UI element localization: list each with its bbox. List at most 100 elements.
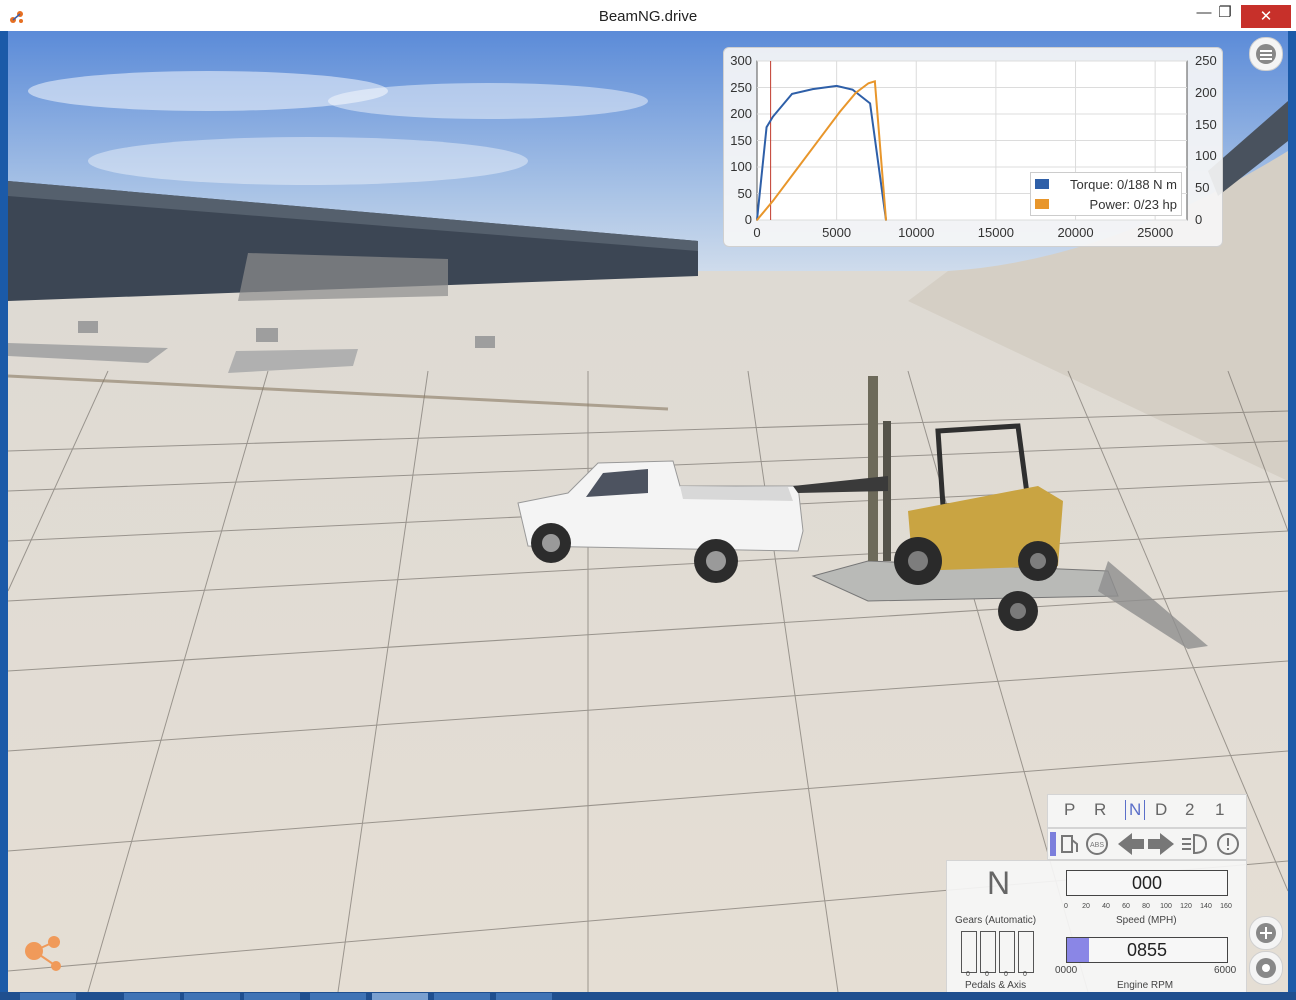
title-bar: BeamNG.drive — ❐ ✕ [0, 0, 1296, 31]
abs-icon: ABS [1086, 833, 1108, 855]
taskbar-item-6[interactable] [372, 993, 428, 1000]
rpm-max: 6000 [1214, 965, 1237, 976]
y-left-tick: 200 [730, 106, 752, 121]
x-tick: 15000 [977, 225, 1014, 240]
speedometer: 000 [1066, 870, 1228, 896]
y-left-tick: 250 [730, 79, 752, 95]
data-point [791, 93, 793, 95]
speed-tick: 0 [1064, 903, 1068, 910]
data-point [867, 82, 870, 85]
torque-swatch [1035, 179, 1049, 189]
speed-tick: 40 [1102, 903, 1110, 910]
gear-1: 1 [1215, 800, 1225, 819]
y-right-tick: 0 [1195, 212, 1203, 227]
pedal-value-1: 0 [966, 971, 970, 978]
legend-power: Power: 0/23 hp [1031, 195, 1181, 215]
right-turn-icon [1148, 833, 1174, 855]
data-point [885, 219, 887, 221]
taskbar-item-2[interactable] [124, 993, 180, 1000]
gears-label: Gears (Automatic) [955, 915, 1037, 926]
close-button[interactable]: ✕ [1241, 5, 1291, 28]
speed-ticks: 0 20 40 60 80 100 120 140 160 [1064, 903, 1232, 913]
taskbar-item-7[interactable] [434, 993, 490, 1000]
gear-R: R [1094, 800, 1107, 819]
plus-icon [1256, 923, 1276, 943]
menu-button[interactable] [1249, 37, 1283, 71]
dashboard-panel: N Gears (Automatic) 0 0 0 0 Pedals & Axi… [946, 860, 1247, 994]
maximize-button[interactable]: ❐ [1205, 0, 1245, 26]
taskbar-item-4[interactable] [244, 993, 300, 1000]
speed-tick: 20 [1082, 903, 1090, 910]
add-app-button[interactable] [1249, 916, 1283, 950]
gear-N: N [1125, 800, 1146, 820]
gear-P: P [1064, 800, 1076, 819]
gear-2: 2 [1185, 800, 1195, 819]
legend-torque-label: Torque: 0/188 N m [1070, 177, 1177, 192]
speed-tick: 140 [1200, 903, 1212, 910]
pedal-value-3: 0 [1004, 971, 1008, 978]
pedal-value-4: 0 [1023, 971, 1027, 978]
warning-icon [1217, 833, 1239, 855]
fuel-level-bar [1050, 832, 1056, 856]
taskbar-item-3[interactable] [184, 993, 240, 1000]
current-gear: N [987, 865, 1011, 901]
rpm-gauge: 0855 [1066, 937, 1228, 963]
data-point [869, 102, 871, 105]
y-left-tick: 50 [737, 185, 752, 201]
pedals-label: Pedals & Axis [965, 980, 1027, 991]
data-point [854, 92, 857, 94]
y-left-tick: 150 [730, 132, 752, 148]
window-title: BeamNG.drive [598, 8, 698, 25]
rpm-value: 0855 [1126, 940, 1168, 960]
taskbar-item-5[interactable] [310, 993, 366, 1000]
speed-tick: 160 [1220, 903, 1232, 910]
pedal-clutch [999, 931, 1015, 973]
rpm-min: 0000 [1055, 965, 1078, 976]
legend-torque: Torque: 0/188 N m [1031, 175, 1181, 195]
pedal-throttle [961, 931, 977, 973]
pedal-brake [980, 931, 996, 973]
left-turn-icon [1118, 833, 1144, 855]
data-point [756, 219, 758, 221]
speed-tick: 60 [1122, 903, 1130, 910]
taskbar-item-1[interactable] [20, 993, 76, 1000]
y-right-tick: 150 [1195, 116, 1217, 132]
y-right-tick: 100 [1195, 148, 1217, 164]
data-point [811, 88, 814, 90]
speed-tick: 80 [1142, 903, 1150, 910]
y-right-tick: 250 [1195, 53, 1217, 68]
speed-tick: 100 [1160, 903, 1172, 910]
data-point [772, 200, 774, 202]
svg-text:ABS: ABS [1090, 842, 1104, 849]
taskbar-item-8[interactable] [496, 993, 552, 1000]
data-point [874, 80, 876, 83]
indicator-bar: ABS [1047, 828, 1247, 860]
speed-value: 000 [1131, 873, 1163, 893]
x-tick: 0 [753, 225, 761, 240]
data-point [819, 136, 822, 139]
power-swatch [1035, 199, 1049, 209]
chart-legend: Torque: 0/188 N m Power: 0/23 hp [1030, 172, 1182, 216]
x-tick: 5000 [822, 225, 852, 240]
data-point [772, 115, 774, 118]
legend-power-label: Power: 0/23 hp [1089, 197, 1177, 212]
data-point [796, 168, 798, 170]
pedals-display [961, 931, 1049, 975]
settings-button[interactable] [1249, 951, 1283, 985]
data-point [851, 88, 854, 91]
speed-label: Speed (MPH) [1116, 915, 1177, 926]
hamburger-icon [1256, 44, 1276, 64]
y-left-tick: 300 [730, 53, 752, 68]
y-left-tick: 100 [730, 159, 752, 174]
data-point [839, 111, 841, 113]
data-point [765, 126, 768, 129]
speed-tick: 120 [1180, 903, 1192, 910]
x-tick: 10000 [898, 225, 935, 240]
x-tick: 20000 [1057, 225, 1094, 240]
headlight-icon [1182, 833, 1208, 855]
rpm-label: Engine RPM [1117, 980, 1174, 991]
pedal-steering [1018, 931, 1034, 973]
pedal-value-2: 0 [985, 971, 989, 978]
torque-power-chart [756, 60, 1188, 221]
torque-power-graph: 300 250 200 150 100 50 0 250 200 150 100 50 0 0 5000 10… [723, 47, 1223, 247]
